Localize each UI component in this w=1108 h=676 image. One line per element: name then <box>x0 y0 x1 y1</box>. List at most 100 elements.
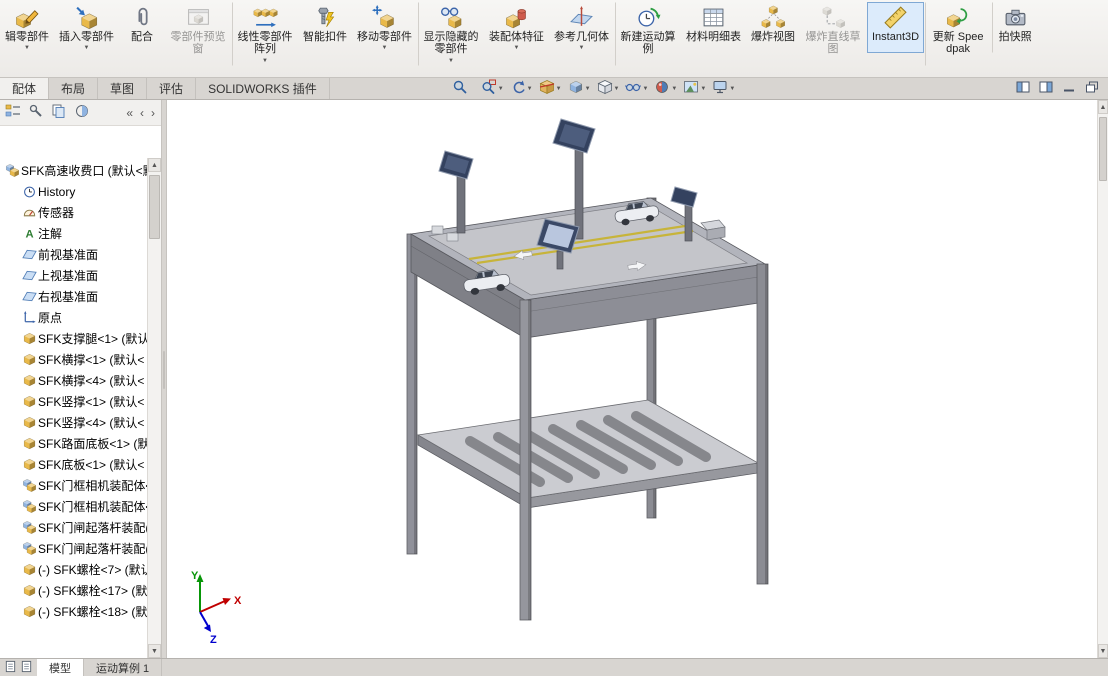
scroll-up-icon[interactable]: ▲ <box>1098 100 1108 114</box>
tree-item-cross-brace-1[interactable]: SFK横撑<1> (默认< <box>0 349 147 370</box>
view-tool-zoom-to-area[interactable]: ▼ <box>479 78 506 99</box>
view-tool-view-settings[interactable]: ▼ <box>710 78 737 99</box>
dropdown-arrow-icon[interactable]: ▼ <box>579 44 585 52</box>
manager-tab-propertymanager[interactable] <box>26 101 46 124</box>
ribbon-button-assembly-features[interactable]: 装配体特征 ▼ <box>484 2 549 53</box>
study-tab-motion-study-1[interactable]: 运动算例 1 <box>84 659 163 676</box>
panel-nav-button-nav-next[interactable]: › <box>148 106 158 120</box>
view-tool-section-view[interactable]: ▼ <box>537 78 564 99</box>
tree-item-front-plane[interactable]: 前视基准面 <box>0 244 147 265</box>
bottom-control-tab-control-1[interactable] <box>3 660 18 676</box>
tree-scrollbar[interactable]: ▲ ▼ <box>147 158 161 658</box>
dropdown-arrow-icon[interactable]: ▼ <box>514 44 520 52</box>
view-tool-hide-show-items[interactable]: ▼ <box>623 78 650 99</box>
ribbon-button-update-speedpak[interactable]: 更新 Speedpak ▼ <box>925 2 991 66</box>
window-control-restore-window[interactable] <box>1084 80 1100 97</box>
ribbon-button-motion-study[interactable]: 新建运动算例 ▼ <box>615 2 681 66</box>
panel-nav-button-nav-prev[interactable]: ‹ <box>137 106 147 120</box>
command-tab-layout[interactable]: 布局 <box>49 78 99 99</box>
command-tab-assembly[interactable]: 配体 <box>0 78 50 99</box>
lower-shelf[interactable] <box>416 399 760 509</box>
tree-item-gate-arm-asm-2[interactable]: SFK门闸起落杆装配( <box>0 538 147 559</box>
tree-scroll-track[interactable] <box>148 172 161 644</box>
dropdown-arrow-icon[interactable]: ▼ <box>84 44 90 52</box>
dropdown-arrow-icon[interactable]: ▼ <box>556 86 562 92</box>
viewport-scroll-track[interactable] <box>1098 114 1108 644</box>
dropdown-arrow-icon[interactable]: ▼ <box>585 86 591 92</box>
ribbon-button-move-component[interactable]: 移动零部件 ▼ <box>352 2 417 53</box>
ribbon-button-edit-component[interactable]: 辑零部件 ▼ <box>0 2 54 53</box>
window-control-minimize-window[interactable] <box>1061 80 1077 97</box>
command-tab-sketch[interactable]: 草图 <box>98 78 148 99</box>
ribbon-button-linear-pattern[interactable]: 线性零部件阵列 ▼ <box>232 2 298 66</box>
window-control-toggle-right-pane[interactable] <box>1038 80 1054 97</box>
tree-item-bolt-18[interactable]: (-) SFK螺栓<18> (默 <box>0 601 147 622</box>
manager-tab-configurationmanager[interactable] <box>49 101 69 124</box>
view-tool-zoom-to-fit[interactable]: ▼ <box>450 78 477 99</box>
tree-item-sensors[interactable]: 传感器 <box>0 202 147 223</box>
ribbon-button-insert-component[interactable]: 插入零部件 ▼ <box>54 2 119 53</box>
dropdown-arrow-icon[interactable]: ▼ <box>24 44 30 52</box>
view-tool-display-style[interactable]: ▼ <box>595 78 622 99</box>
view-tool-previous-view[interactable]: ▼ <box>508 78 535 99</box>
scroll-down-icon[interactable]: ▼ <box>1098 644 1108 658</box>
tree-item-camera-frame-asm-1[interactable]: SFK门框相机装配体< <box>0 475 147 496</box>
tree-item-right-plane[interactable]: 右视基准面 <box>0 286 147 307</box>
window-control-toggle-left-pane[interactable] <box>1015 80 1031 97</box>
tree-item-base-plate-1[interactable]: SFK底板<1> (默认< <box>0 454 147 475</box>
tree-item-road-plate-1[interactable]: SFK路面底板<1> (默 <box>0 433 147 454</box>
ribbon-button-bom[interactable]: 材料明细表 ▼ <box>681 2 746 53</box>
tree-item-bolt-17[interactable]: (-) SFK螺栓<17> (默 <box>0 580 147 601</box>
tree-item-top-plane[interactable]: 上视基准面 <box>0 265 147 286</box>
tree-scroll-thumb[interactable] <box>149 175 160 239</box>
scroll-up-icon[interactable]: ▲ <box>148 158 161 172</box>
dropdown-arrow-icon[interactable]: ▼ <box>498 86 504 92</box>
dropdown-arrow-icon[interactable]: ▼ <box>671 86 677 92</box>
ribbon-button-preview-window[interactable]: 零部件预览窗 ▼ <box>165 2 231 66</box>
bottom-control-tab-control-2[interactable] <box>19 660 34 676</box>
view-tool-edit-appearance[interactable]: ▼ <box>652 78 679 99</box>
tree-item-annotations[interactable]: 注解 <box>0 223 147 244</box>
scroll-down-icon[interactable]: ▼ <box>148 644 161 658</box>
ribbon-button-instant3d[interactable]: Instant3D ▼ <box>867 2 925 54</box>
study-tab-model[interactable]: 模型 <box>37 659 84 676</box>
tree-item-cross-brace-4[interactable]: SFK横撑<4> (默认< <box>0 370 147 391</box>
command-tab-evaluate[interactable]: 评估 <box>147 78 197 99</box>
ribbon-button-mate[interactable]: 配合 ▼ <box>119 2 165 53</box>
ribbon-button-exploded-view[interactable]: 爆炸视图 ▼ <box>746 2 800 53</box>
splitter-grip[interactable] <box>163 351 165 390</box>
dropdown-arrow-icon[interactable]: ▼ <box>729 86 735 92</box>
view-tool-view-orientation[interactable]: ▼ <box>566 78 593 99</box>
dropdown-arrow-icon[interactable]: ▼ <box>382 44 388 52</box>
view-tool-apply-scene[interactable]: ▼ <box>681 78 708 99</box>
viewport-scroll-thumb[interactable] <box>1099 117 1107 181</box>
dropdown-arrow-icon[interactable]: ▼ <box>614 86 620 92</box>
ribbon-button-snapshot[interactable]: 拍快照 ▼ <box>992 2 1038 54</box>
dropdown-arrow-icon[interactable]: ▼ <box>527 86 533 92</box>
ribbon-button-reference-geometry[interactable]: 参考几何体 ▼ <box>549 2 614 53</box>
ribbon-button-show-hidden[interactable]: 显示隐藏的零部件 ▼ <box>418 2 484 66</box>
panel-nav-button-nav-collapse[interactable]: « <box>123 106 136 120</box>
tree-item-support-leg-1[interactable]: SFK支撑腿<1> (默认 <box>0 328 147 349</box>
dropdown-arrow-icon[interactable]: ▼ <box>642 86 648 92</box>
tree-item-history[interactable]: History <box>0 181 147 202</box>
graphics-area[interactable]: Y X Z ▲ ▼ <box>167 100 1108 658</box>
manager-tab-featuremanager[interactable] <box>3 101 23 124</box>
ribbon-button-explode-line-sketch[interactable]: 爆炸直线草图 ▼ <box>800 2 866 66</box>
tree-item-bolt-7[interactable]: (-) SFK螺栓<7> (默认 <box>0 559 147 580</box>
camera-gantry-1[interactable] <box>438 150 474 234</box>
assembly-3d-model[interactable]: Y X Z <box>167 100 1108 658</box>
tree-item-camera-frame-asm-2[interactable]: SFK门框相机装配体< <box>0 496 147 517</box>
viewport-scrollbar[interactable]: ▲ ▼ <box>1097 100 1108 658</box>
tree-item-vertical-brace-4[interactable]: SFK竖撑<4> (默认< <box>0 412 147 433</box>
ribbon-button-smart-fasteners[interactable]: 智能扣件 ▼ <box>298 2 352 53</box>
tree-item-origin[interactable]: 原点 <box>0 307 147 328</box>
tree-item-assembly-root[interactable]: SFK高速收费口 (默认<默 <box>0 160 147 181</box>
dropdown-arrow-icon[interactable]: ▼ <box>448 57 454 65</box>
manager-tab-displaymanager[interactable] <box>72 101 92 124</box>
dropdown-arrow-icon[interactable]: ▼ <box>262 57 268 65</box>
tree-item-vertical-brace-1[interactable]: SFK竖撑<1> (默认< <box>0 391 147 412</box>
dropdown-arrow-icon[interactable]: ▼ <box>700 86 706 92</box>
command-tab-solidworks-addins[interactable]: SOLIDWORKS 插件 <box>196 78 330 99</box>
tree-item-gate-arm-asm-1[interactable]: SFK门闸起落杆装配( <box>0 517 147 538</box>
